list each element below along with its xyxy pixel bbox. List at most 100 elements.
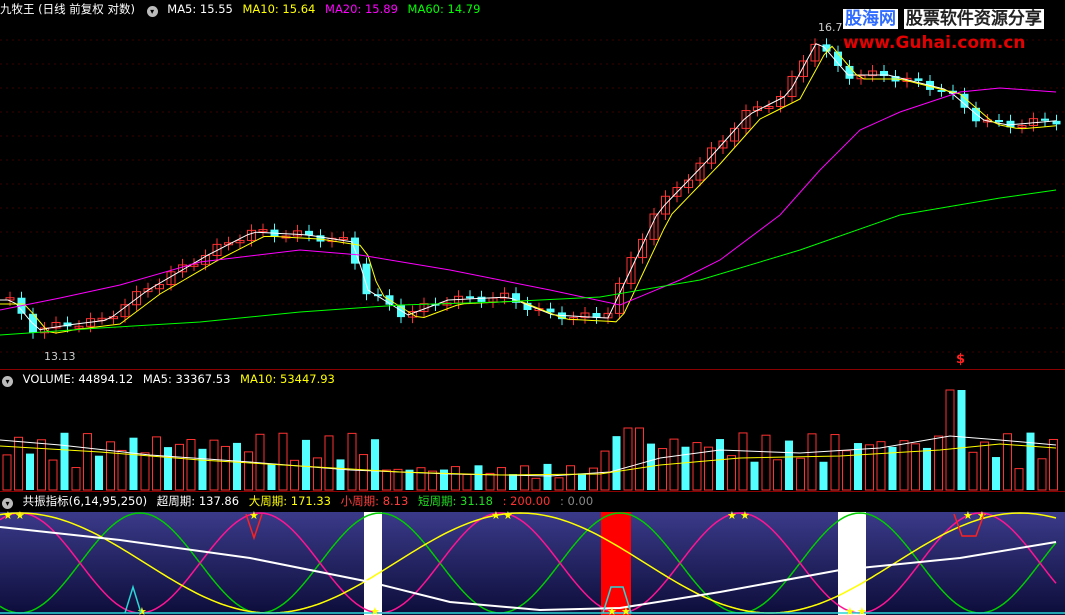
volume-bar — [773, 459, 782, 491]
white-signal-bar — [364, 512, 382, 615]
chevron-down-icon[interactable]: ▾ — [2, 376, 13, 387]
volume-bar — [428, 470, 437, 491]
volume-bar — [1049, 438, 1058, 491]
candlestick-chart[interactable] — [0, 0, 1065, 369]
volume-bar — [785, 440, 793, 490]
ma20-line — [0, 87, 1057, 311]
super-cycle-value: 超周期: 137.86 — [156, 494, 240, 508]
chevron-down-icon[interactable]: ▾ — [2, 498, 13, 509]
volume-bar — [612, 436, 621, 490]
volume-bar — [911, 443, 920, 491]
candle-body — [1041, 118, 1049, 121]
volume-bar — [290, 459, 299, 491]
volume-bar — [543, 463, 552, 490]
volume-bar — [26, 453, 34, 490]
ma20-value: MA20: 15.89 — [325, 2, 398, 16]
volume-bar — [14, 436, 23, 491]
volume-bar — [1026, 432, 1035, 490]
volume-bar — [186, 439, 196, 491]
chevron-down-icon[interactable]: ▾ — [146, 6, 158, 17]
indicator-chart[interactable]: ★ ★ ★ ★ ★ ★ ★ ★ ★★ ★ ★ ★ ★ ★ — [0, 492, 1065, 615]
indicator-header: ▾ 共振指标(6,14,95,250) 超周期: 137.86 大周期: 171… — [0, 492, 604, 510]
volume-bar — [554, 477, 564, 491]
candle-body — [466, 296, 474, 299]
volume-bar — [876, 441, 886, 491]
volume-bar — [520, 465, 529, 491]
volume-bar — [807, 433, 817, 491]
resonance-indicator-panel[interactable]: ★ ★ ★ ★ ★ ★ ★ ★ ★ ★ ★ ★ ★ ★ ★ ▾ 共振指标(6,14,95,250) 超周期:… — [0, 491, 1065, 615]
star-icon: ★ — [15, 509, 25, 522]
volume-header: ▾ VOLUME: 44894.12 MA5: 33367.53 MA10: 5… — [0, 370, 341, 388]
logo-slogan: 股票软件资源分享 — [903, 9, 1044, 29]
volume-bar — [589, 467, 598, 491]
volume-bar — [233, 442, 241, 490]
ma5-value: MA5: 15.55 — [167, 2, 233, 16]
volume-bar — [497, 467, 506, 491]
star-icon: ★ — [3, 509, 13, 522]
volume-bar — [152, 436, 161, 491]
volume-bar — [934, 435, 943, 491]
volume-bar — [175, 443, 184, 491]
volume-bar — [440, 469, 448, 490]
big-cycle-value: 大周期: 171.33 — [248, 494, 332, 508]
ma10-value: MA10: 15.64 — [242, 2, 316, 16]
volume-bar — [738, 432, 748, 491]
volume-bar — [1037, 458, 1047, 491]
star-icon: ★ — [727, 509, 737, 522]
volume-bar — [117, 449, 127, 491]
white-signal-bar — [838, 512, 866, 615]
volume-bar — [347, 432, 357, 491]
volume-bar — [267, 463, 276, 490]
price-chart-panel[interactable]: 九牧王 (日线 前复权 对数) ▾ MA5: 15.55 MA10: 15.64… — [0, 0, 1065, 369]
volume-bar — [48, 459, 58, 491]
volume-bar — [854, 443, 862, 490]
volume-panel[interactable]: ▾ VOLUME: 44894.12 MA5: 33367.53 MA10: 5… — [0, 369, 1065, 492]
volume-bar — [71, 467, 81, 491]
volume-bar — [865, 444, 874, 491]
logo-url: www.Guhai.com.cn — [843, 33, 1026, 53]
price-chart-header: 九牧王 (日线 前复权 对数) ▾ MA5: 15.55 MA10: 15.64… — [0, 0, 486, 18]
stock-title: 九牧王 (日线 前复权 对数) — [0, 2, 135, 16]
volume-bar — [140, 452, 150, 491]
volume-ma10: MA10: 53447.93 — [240, 372, 335, 386]
indicator-value-2: : 0.00 — [560, 494, 594, 508]
volume-bar — [923, 447, 931, 490]
star-icon: ★ — [740, 509, 750, 522]
volume-bar — [681, 446, 690, 490]
volume-bar — [37, 439, 46, 491]
volume-value: VOLUME: 44894.12 — [22, 372, 134, 386]
volume-bar — [957, 390, 966, 490]
volume-bar — [830, 434, 840, 491]
high-price-label: 16.7 — [818, 21, 843, 34]
volume-bar — [623, 427, 633, 491]
volume-bar — [578, 473, 586, 490]
volume-bar — [992, 457, 1000, 490]
volume-bar — [1003, 433, 1012, 491]
volume-bar — [980, 441, 989, 491]
volume-bar — [83, 433, 92, 491]
volume-bar — [761, 434, 771, 491]
volume-bar — [221, 445, 230, 491]
volume-bar — [278, 432, 288, 491]
indicator-name: 共振指标(6,14,95,250) — [22, 494, 148, 508]
volume-bar — [716, 439, 724, 490]
volume-bar — [669, 438, 679, 491]
volume-bar — [692, 442, 702, 491]
volume-bar — [600, 450, 610, 491]
volume-bar — [485, 472, 495, 491]
volume-bar — [209, 439, 219, 491]
volume-bar — [474, 465, 483, 490]
candle-body — [914, 78, 923, 81]
volume-bar — [371, 439, 379, 490]
candle-body — [477, 296, 486, 302]
volume-ma5: MA5: 33367.53 — [142, 372, 231, 386]
ma60-value: MA60: 14.79 — [407, 2, 481, 16]
volume-bar — [60, 432, 69, 490]
volume-bar — [968, 451, 978, 491]
volume-chart[interactable] — [0, 370, 1065, 492]
low-price-label: 13.13 — [44, 350, 76, 363]
volume-bar — [106, 441, 115, 491]
dollar-marker: $ — [956, 352, 966, 367]
volume-bar — [2, 454, 12, 491]
volume-bar — [899, 440, 909, 491]
